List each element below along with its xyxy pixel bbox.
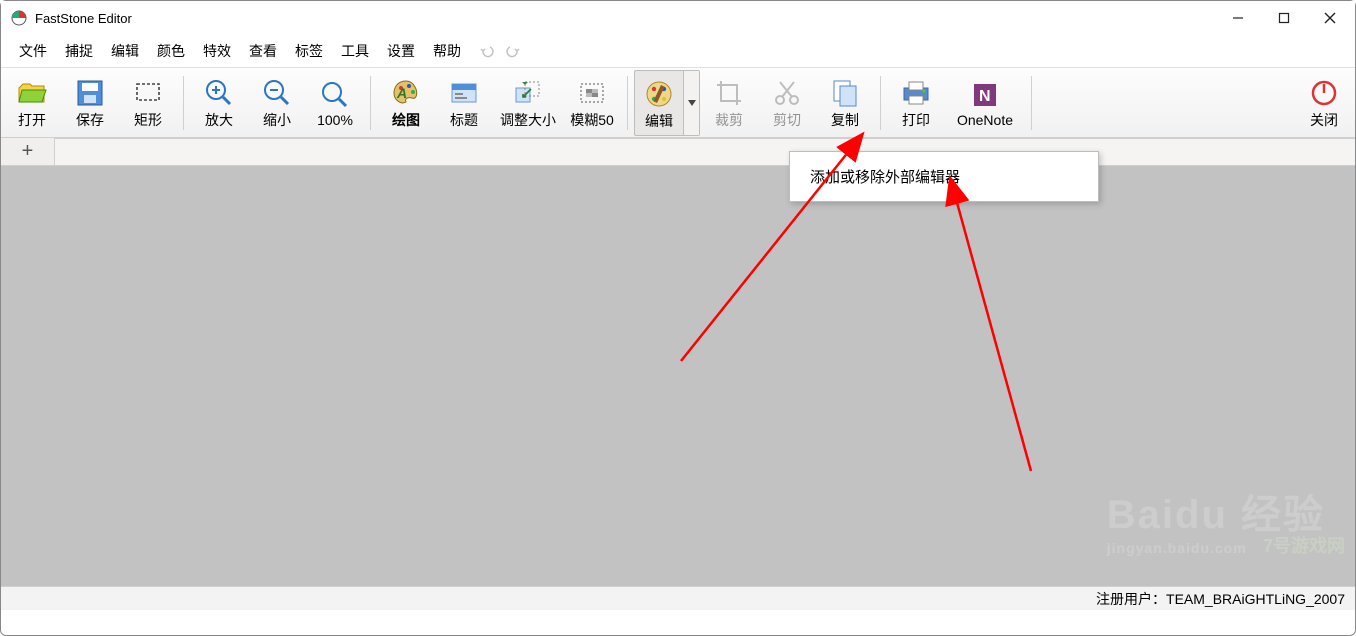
- close-tool-label: 关闭: [1310, 110, 1338, 130]
- zoom-in-label: 放大: [205, 110, 233, 130]
- resize-label: 调整大小: [500, 110, 556, 130]
- palette-edit-icon: [644, 79, 674, 109]
- undo-icon[interactable]: [479, 43, 497, 59]
- toolbar-separator: [183, 76, 184, 130]
- open-label: 打开: [18, 110, 46, 130]
- workspace: Baidu 经验 jingyan.baidu.com 7号游戏网: [1, 166, 1355, 586]
- caption-icon: [449, 80, 479, 106]
- caption-button[interactable]: 标题: [435, 70, 493, 136]
- printer-icon: [900, 78, 932, 108]
- cut-label: 剪切: [773, 110, 801, 130]
- tabbar-empty-area: [55, 138, 1355, 166]
- save-icon: [75, 78, 105, 108]
- window-controls: [1215, 1, 1353, 35]
- maximize-button[interactable]: [1261, 1, 1307, 35]
- caption-label: 标题: [450, 110, 478, 130]
- toolbar-separator: [370, 76, 371, 130]
- side-watermark: 7号游戏网: [1263, 532, 1345, 558]
- menu-tools[interactable]: 工具: [333, 39, 377, 63]
- tabbar: +: [1, 138, 1355, 166]
- print-label: 打印: [902, 110, 930, 130]
- window-title: FastStone Editor: [35, 11, 1215, 26]
- menu-color[interactable]: 颜色: [149, 39, 193, 63]
- draw-button[interactable]: A 绘图: [377, 70, 435, 136]
- edit-button[interactable]: 编辑: [635, 71, 683, 137]
- watermark-main: Baidu 经验: [1107, 493, 1325, 537]
- cut-icon: [772, 78, 802, 108]
- crop-label: 裁剪: [715, 110, 743, 130]
- blur-label: 模糊50: [570, 110, 614, 130]
- copy-button[interactable]: 复制: [816, 70, 874, 136]
- cut-button: 剪切: [758, 70, 816, 136]
- menu-help[interactable]: 帮助: [425, 39, 469, 63]
- rectangle-button[interactable]: 矩形: [119, 70, 177, 136]
- crop-button: 裁剪: [700, 70, 758, 136]
- toolbar-separator: [627, 76, 628, 130]
- copy-icon: [831, 78, 859, 108]
- zoom-100-button[interactable]: 100%: [306, 70, 364, 136]
- zoom-in-button[interactable]: 放大: [190, 70, 248, 136]
- app-icon: [11, 10, 27, 26]
- edit-label: 编辑: [645, 111, 673, 131]
- copy-label: 复制: [831, 110, 859, 130]
- close-tool-button[interactable]: 关闭: [1295, 70, 1353, 136]
- folder-open-icon: [16, 78, 48, 108]
- edit-dropdown-toggle[interactable]: [683, 71, 699, 135]
- crop-icon: [714, 78, 744, 108]
- save-button[interactable]: 保存: [61, 70, 119, 136]
- zoom-100-icon: [320, 80, 350, 110]
- onenote-label: OneNote: [957, 112, 1013, 128]
- resize-button[interactable]: 调整大小: [493, 70, 563, 136]
- status-user-value: TEAM_BRAiGHTLiNG_2007: [1166, 591, 1345, 607]
- blur-button[interactable]: 模糊50: [563, 70, 621, 136]
- menu-view[interactable]: 查看: [241, 39, 285, 63]
- menu-effects[interactable]: 特效: [195, 39, 239, 63]
- minimize-button[interactable]: [1215, 1, 1261, 35]
- rectangle-label: 矩形: [134, 110, 162, 130]
- toolbar-separator: [1031, 76, 1032, 130]
- print-button[interactable]: 打印: [887, 70, 945, 136]
- resize-icon: [513, 79, 543, 107]
- close-button[interactable]: [1307, 1, 1353, 35]
- zoom-100-label: 100%: [317, 112, 353, 128]
- edit-dropdown-menu: 添加或移除外部编辑器: [789, 151, 1099, 202]
- svg-text:N: N: [979, 88, 991, 105]
- edit-split-button: 编辑: [634, 70, 700, 136]
- zoom-in-icon: [204, 78, 234, 108]
- menu-edit[interactable]: 编辑: [103, 39, 147, 63]
- menu-settings[interactable]: 设置: [379, 39, 423, 63]
- blur-icon: [577, 80, 607, 106]
- svg-text:A: A: [396, 85, 407, 101]
- zoom-out-button[interactable]: 缩小: [248, 70, 306, 136]
- draw-label: 绘图: [392, 110, 420, 130]
- onenote-icon: N: [972, 82, 998, 108]
- maximize-icon: [1278, 12, 1290, 24]
- titlebar: FastStone Editor: [1, 1, 1355, 35]
- toolbar-separator: [880, 76, 881, 130]
- zoom-out-icon: [262, 78, 292, 108]
- open-button[interactable]: 打开: [3, 70, 61, 136]
- menu-capture[interactable]: 捕捉: [57, 39, 101, 63]
- redo-icon[interactable]: [503, 43, 521, 59]
- status-user-label: 注册用户：: [1096, 589, 1166, 609]
- menu-file[interactable]: 文件: [11, 39, 55, 63]
- add-tab-button[interactable]: +: [1, 138, 55, 166]
- minimize-icon: [1232, 12, 1244, 24]
- onenote-button[interactable]: N OneNote: [945, 70, 1025, 136]
- menubar: 文件 捕捉 编辑 颜色 特效 查看 标签 工具 设置 帮助: [1, 35, 1355, 68]
- add-remove-external-editor-item[interactable]: 添加或移除外部编辑器: [790, 160, 1098, 193]
- power-icon: [1310, 79, 1338, 107]
- menu-tags[interactable]: 标签: [287, 39, 331, 63]
- rectangle-icon: [133, 80, 163, 106]
- close-icon: [1324, 12, 1336, 24]
- chevron-down-icon: [688, 100, 696, 106]
- zoom-out-label: 缩小: [263, 110, 291, 130]
- statusbar: 注册用户： TEAM_BRAiGHTLiNG_2007: [1, 586, 1355, 610]
- palette-icon: A: [391, 78, 421, 108]
- toolbar: 打开 保存 矩形 放大 缩小 100% A 绘图 标题 调整大小 模糊50: [1, 68, 1355, 138]
- save-label: 保存: [76, 110, 104, 130]
